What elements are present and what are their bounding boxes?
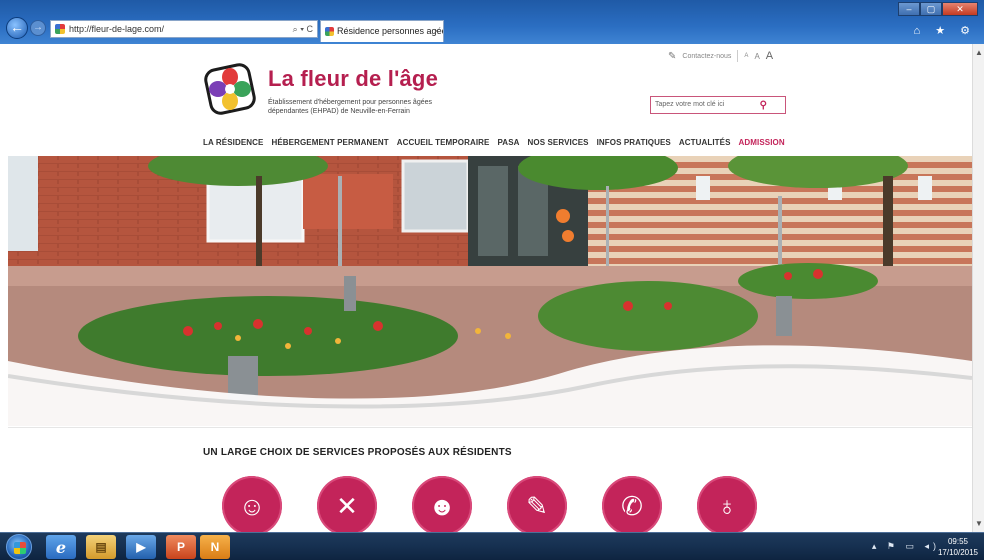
taskbar-ie-icon[interactable]: e bbox=[46, 535, 76, 559]
stethoscope-icon[interactable]: ♁ bbox=[697, 476, 757, 532]
main-menu: LA RÉSIDENCE HÉBERGEMENT PERMANENT ACCUEIL… bbox=[203, 138, 785, 147]
site-logo-icon[interactable] bbox=[203, 62, 257, 116]
address-url: http://fleur-de-lage.com/ bbox=[69, 24, 165, 34]
contact-link[interactable]: Contactez-nous bbox=[682, 53, 731, 60]
start-button[interactable] bbox=[6, 534, 32, 560]
menu-item-accueil-temporaire[interactable]: ACCUEIL TEMPORAIRE bbox=[397, 138, 490, 147]
hairdresser-icon[interactable]: ☺ bbox=[222, 476, 282, 532]
top-utility-bar: ✎ Contactez-nous A A A bbox=[668, 50, 773, 62]
address-tools-icon[interactable]: ⌕ ▾ C bbox=[293, 21, 313, 37]
contact-pen-icon: ✎ bbox=[668, 50, 677, 62]
minimize-button[interactable]: – bbox=[898, 2, 920, 16]
clock-time: 09:55 bbox=[947, 537, 968, 546]
close-window-button[interactable]: ✕ bbox=[942, 2, 978, 16]
windows-logo-icon bbox=[14, 542, 26, 554]
windows-taskbar: e ▤ ▶ P N ▴ ⚑ ▭ ◂) 09:55 17/10/2015 bbox=[0, 532, 984, 560]
tab-title: Résidence personnes agées ... bbox=[337, 26, 443, 36]
scroll-up-icon[interactable]: ▲ bbox=[975, 48, 983, 57]
restaurant-icon[interactable]: ✕ bbox=[317, 476, 377, 532]
browser-toolbar-icons[interactable]: ⌂ ★ ⚙ bbox=[914, 24, 976, 37]
font-size-large-button[interactable]: A bbox=[766, 50, 773, 62]
search-icon[interactable]: ⚲ bbox=[760, 98, 767, 114]
menu-item-nos-services[interactable]: NOS SERVICES bbox=[528, 138, 589, 147]
taskbar-onenote-icon[interactable]: N bbox=[200, 535, 230, 559]
clock-date: 17/10/2015 bbox=[937, 548, 978, 557]
font-size-small-button[interactable]: A bbox=[744, 53, 748, 59]
search-placeholder: Tapez votre mot clé ici bbox=[655, 101, 725, 108]
forward-button[interactable]: → bbox=[30, 20, 46, 36]
scroll-down-icon[interactable]: ▼ bbox=[975, 519, 983, 528]
divider bbox=[737, 50, 739, 62]
theater-masks-icon[interactable]: ☻ bbox=[412, 476, 472, 532]
web-page: La fleur de l'âge Établissement d'héberg… bbox=[0, 44, 972, 532]
window-controls: – ▢ ✕ bbox=[898, 2, 978, 16]
section-divider bbox=[8, 427, 972, 428]
back-button[interactable]: ← bbox=[6, 17, 28, 39]
search-input[interactable]: Tapez votre mot clé ici ⚲ bbox=[650, 96, 786, 114]
taskbar-media-player-icon[interactable]: ▶ bbox=[126, 535, 156, 559]
menu-item-admission[interactable]: ADMISSION bbox=[739, 138, 785, 147]
menu-item-pasa[interactable]: PASA bbox=[497, 138, 519, 147]
services-icons: ☺ ✕ ☻ ✎ ✆ ♁ bbox=[222, 476, 757, 532]
font-size-medium-button[interactable]: A bbox=[754, 52, 759, 61]
site-title[interactable]: La fleur de l'âge bbox=[268, 66, 438, 92]
hero-image bbox=[8, 156, 972, 426]
taskbar-explorer-icon[interactable]: ▤ bbox=[86, 535, 116, 559]
services-section-title: UN LARGE CHOIX DE SERVICES PROPOSÉS AUX … bbox=[203, 447, 512, 458]
address-bar[interactable]: http://fleur-de-lage.com/ ⌕ ▾ C bbox=[50, 20, 318, 38]
system-tray-icons[interactable]: ▴ ⚑ ▭ ◂) bbox=[872, 541, 940, 552]
browser-tab[interactable]: Résidence personnes agées ... × bbox=[320, 20, 444, 42]
taskbar-clock[interactable]: 09:55 17/10/2015 bbox=[938, 536, 978, 558]
menu-item-la-r-sidence[interactable]: LA RÉSIDENCE bbox=[203, 138, 263, 147]
page-scrollbar[interactable]: ▲ ▼ bbox=[972, 44, 984, 532]
tab-favicon-icon bbox=[325, 27, 334, 36]
favicon-icon bbox=[55, 24, 65, 34]
browser-chrome: ← → http://fleur-de-lage.com/ ⌕ ▾ C Rési… bbox=[0, 0, 984, 44]
menu-item-infos-pratiques[interactable]: INFOS PRATIQUES bbox=[597, 138, 671, 147]
maximize-button[interactable]: ▢ bbox=[920, 2, 942, 16]
menu-item-actualit-s[interactable]: ACTUALITÉS bbox=[679, 138, 731, 147]
tab-close-icon[interactable]: × bbox=[434, 21, 439, 41]
taskbar-powerpoint-icon[interactable]: P bbox=[166, 535, 196, 559]
site-subtitle: Établissement d'hébergement pour personn… bbox=[268, 99, 432, 115]
menu-item-h-bergement-permanent[interactable]: HÉBERGEMENT PERMANENT bbox=[271, 138, 388, 147]
phone-icon[interactable]: ✆ bbox=[602, 476, 662, 532]
cleaning-brush-icon[interactable]: ✎ bbox=[507, 476, 567, 532]
